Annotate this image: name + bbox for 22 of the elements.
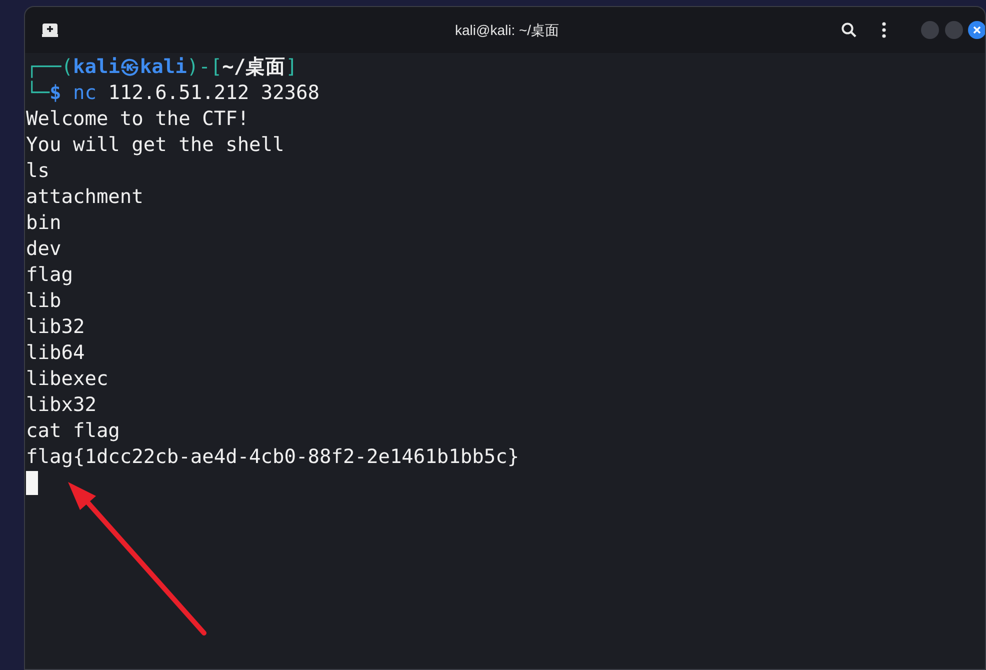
output-line: lib64 xyxy=(26,340,85,366)
prompt-line: ┌──(kali㉿kali)-[~/桌面] xyxy=(26,54,298,80)
output-line: cat flag xyxy=(26,418,120,444)
output-line: flag xyxy=(26,262,73,288)
output-line: lib32 xyxy=(26,314,85,340)
menu-icon[interactable] xyxy=(879,20,889,40)
output-line: lib xyxy=(26,288,62,314)
output-line: ls xyxy=(26,158,50,184)
output-line: You will get the shell xyxy=(26,132,284,158)
window-title: kali@kali: ~/桌面 xyxy=(455,20,560,40)
search-icon[interactable] xyxy=(839,20,859,40)
output-line: flag{1dcc22cb-ae4d-4cb0-88f2-2e1461b1bb5c} xyxy=(26,444,520,470)
close-icon xyxy=(973,26,981,34)
output-line: libx32 xyxy=(26,392,96,418)
output-line: bin xyxy=(26,210,62,236)
output-line: Welcome to the CTF! xyxy=(26,106,250,132)
close-button[interactable] xyxy=(968,21,985,39)
prompt-line: └─$ nc 112.6.51.212 32368 xyxy=(26,80,320,106)
text-cursor xyxy=(26,471,38,495)
output-line: attachment xyxy=(26,184,144,210)
output-line: dev xyxy=(26,236,62,262)
output-line: libexec xyxy=(26,366,108,392)
